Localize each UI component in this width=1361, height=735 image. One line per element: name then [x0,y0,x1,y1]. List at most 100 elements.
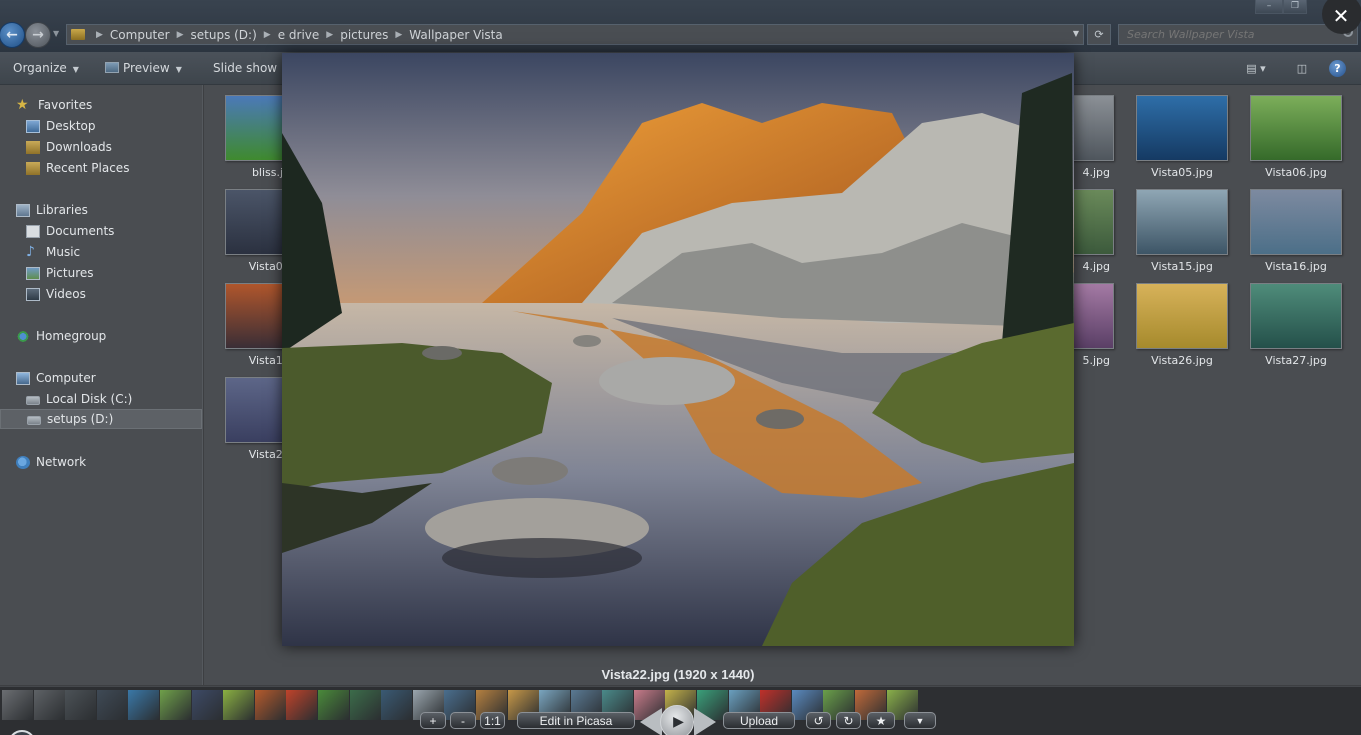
change-view-button[interactable]: ▤ ▾ [1238,60,1274,77]
sidebar-item-documents[interactable]: Documents [0,221,202,241]
star-button[interactable]: ★ [867,712,895,729]
rotate-left-button[interactable]: ↺ [806,712,831,729]
file-thumbnail [1250,189,1342,255]
maximize-button[interactable]: ❐ [1283,0,1307,14]
file-thumbnail [1136,189,1228,255]
zoom-in-button[interactable]: + [420,712,446,729]
chevron-right-icon[interactable]: ▶ [395,30,402,40]
documents-icon [26,224,40,238]
sidebar-item-local-disk-c[interactable]: Local Disk (C:) [0,389,202,409]
sidebar-item-label: Documents [46,224,115,238]
help-button[interactable]: ? [1329,60,1346,77]
sidebar-item-computer[interactable]: Computer [0,368,202,388]
file-item[interactable]: Vista27.jpg [1250,283,1342,367]
sidebar-item-recent-places[interactable]: Recent Places [0,158,202,178]
folder-icon [71,29,85,40]
file-item[interactable]: Vista05.jpg [1136,95,1228,179]
sidebar-item-favorites[interactable]: ★ Favorites [0,95,202,115]
forward-arrow-icon: → [32,27,44,43]
videos-icon [26,287,40,301]
actual-size-button[interactable]: 1:1 [480,712,505,729]
slideshow-button[interactable]: Slide show [213,61,277,75]
help-icon: ? [1334,62,1341,75]
file-thumbnail [1136,95,1228,161]
sidebar-item-setups-d[interactable]: setups (D:) [0,409,202,429]
breadcrumb-computer[interactable]: Computer [110,28,170,42]
refresh-icon: ⟳ [1094,28,1104,41]
next-image-button[interactable] [694,708,716,735]
minimize-button[interactable]: – [1255,0,1283,14]
downloads-folder-icon [26,140,40,154]
breadcrumb-setups[interactable]: setups (D:) [191,28,257,42]
chevron-down-icon: ▼ [915,715,925,726]
sidebar-item-label: Network [36,455,87,469]
chevron-right-icon[interactable]: ▶ [264,30,271,40]
sidebar-item-music[interactable]: ♪ Music [0,242,202,262]
file-name: Vista16.jpg [1265,260,1327,273]
preview-pane-icon: ◫ [1296,62,1308,75]
zoom-out-button[interactable]: - [450,712,476,729]
sidebar-item-label: Downloads [46,140,112,154]
preview-icon [105,62,119,73]
disk-icon [27,416,41,425]
back-button[interactable]: ← [0,22,25,48]
recent-pages-dropdown-icon[interactable]: ▼ [53,29,59,38]
sidebar-item-libraries[interactable]: Libraries [0,200,202,220]
sidebar-item-label: Music [46,245,81,259]
breadcrumb-pictures[interactable]: pictures [340,28,388,42]
sidebar-item-videos[interactable]: Videos [0,284,202,304]
breadcrumb-wallpaper-vista[interactable]: Wallpaper Vista [409,28,502,42]
preview-menu[interactable]: Preview ▼ [105,61,182,75]
viewer-image[interactable] [282,53,1074,646]
sidebar-item-downloads[interactable]: Downloads [0,137,202,157]
edit-in-picasa-button[interactable]: Edit in Picasa [517,712,635,729]
chevron-right-icon[interactable]: ▶ [177,30,184,40]
play-slideshow-button[interactable]: ▶ [660,705,694,735]
organize-menu[interactable]: Organize ▼ [13,61,79,75]
chevron-right-icon[interactable]: ▶ [326,30,333,40]
star-icon: ★ [875,713,887,728]
viewer-controls: + - 1:1 Edit in Picasa ▶ Upload ↺ ↻ ★ ▼ [0,705,1361,735]
breadcrumb-e-drive[interactable]: e drive [278,28,320,42]
file-thumbnail [1250,95,1342,161]
file-name: Vista27.jpg [1265,354,1327,367]
file-item[interactable]: Vista15.jpg [1136,189,1228,273]
view-icon: ▤ ▾ [1246,62,1266,75]
sidebar-item-label: Libraries [36,203,88,217]
search-input[interactable] [1118,24,1358,45]
address-bar[interactable]: ▶ Computer ▶ setups (D:) ▶ e drive ▶ pic… [66,24,1084,45]
music-icon: ♪ [26,243,35,260]
network-icon [16,455,30,469]
pictures-icon [26,266,40,280]
homegroup-icon [16,329,30,343]
previous-image-button[interactable] [640,708,662,735]
recent-places-icon [26,161,40,175]
sidebar-item-label: Computer [36,371,96,385]
refresh-button[interactable]: ⟳ [1087,24,1111,45]
upload-button[interactable]: Upload [723,712,795,729]
preview-label: Preview [123,61,170,75]
sidebar-item-pictures[interactable]: Pictures [0,263,202,283]
sidebar-item-label: Recent Places [46,161,130,175]
rotate-right-button[interactable]: ↻ [836,712,861,729]
sidebar-item-label: Pictures [46,266,94,280]
close-viewer-button[interactable]: ✕ [1322,0,1361,34]
landscape-photo [282,53,1074,646]
file-name: Vista15.jpg [1151,260,1213,273]
sidebar-item-homegroup[interactable]: Homegroup [0,326,202,346]
more-options-button[interactable]: ▼ [904,712,936,729]
sidebar-item-network[interactable]: Network [0,452,202,472]
sidebar-item-label: Homegroup [36,329,107,343]
forward-button[interactable]: → [25,22,51,48]
address-dropdown-icon[interactable]: ▼ [1073,29,1079,38]
preview-pane-button[interactable]: ◫ [1292,60,1312,77]
file-thumbnail [1250,283,1342,349]
chevron-right-icon[interactable]: ▶ [96,30,103,40]
sidebar-item-desktop[interactable]: Desktop [0,116,202,136]
file-item[interactable]: Vista26.jpg [1136,283,1228,367]
image-caption: Vista22.jpg (1920 x 1440) [601,667,755,682]
file-item[interactable]: Vista16.jpg [1250,189,1342,273]
title-bar: – ❐ ← → ▼ ▶ Computer ▶ setups (D:) ▶ e d… [0,0,1361,52]
star-icon: ★ [16,96,29,113]
file-item[interactable]: Vista06.jpg [1250,95,1342,179]
